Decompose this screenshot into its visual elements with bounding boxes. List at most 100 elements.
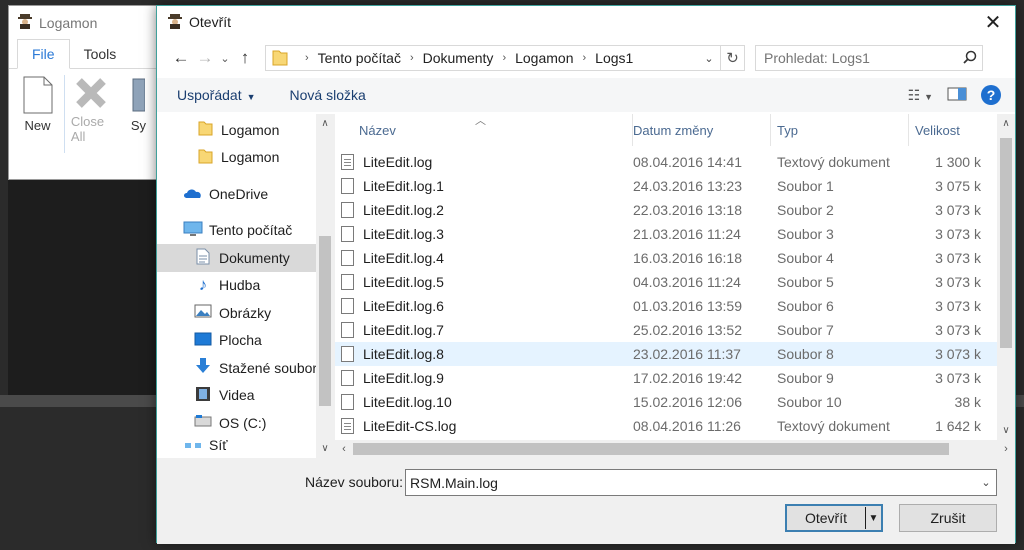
file-type: Soubor 9 xyxy=(777,370,834,386)
file-date: 08.04.2016 14:41 xyxy=(633,154,742,170)
background-dark-panel xyxy=(8,180,168,400)
filename-input[interactable] xyxy=(406,474,976,491)
file-name: LiteEdit.log.2 xyxy=(363,202,444,218)
dialog-body: Logamon Logamon OneDrive Tento počítač D… xyxy=(157,114,1015,458)
table-row[interactable]: LiteEdit.log.5 04.03.2016 11:24 Soubor 5 3 … xyxy=(335,270,997,294)
scroll-down-icon[interactable]: ∨ xyxy=(997,425,1015,436)
column-header-size[interactable]: Velikost xyxy=(909,114,989,146)
address-bar[interactable]: › Tento počítač › Dokumenty › Logamon › … xyxy=(265,45,745,71)
nav-item-label: Videa xyxy=(219,387,255,404)
file-size: 3 073 k xyxy=(935,202,981,218)
breadcrumb-documents[interactable]: Dokumenty xyxy=(423,50,494,66)
view-options-icon[interactable]: ☷ ▼ xyxy=(908,87,933,104)
onedrive-icon xyxy=(183,186,203,202)
file-name: LiteEdit.log.10 xyxy=(363,394,452,410)
scroll-up-icon[interactable]: ∧ xyxy=(316,118,334,129)
search-box[interactable] xyxy=(755,45,983,71)
breadcrumb-this-pc[interactable]: Tento počítač xyxy=(318,50,401,66)
column-header-type[interactable]: Typ xyxy=(771,114,909,146)
nav-item-logamon[interactable]: Logamon xyxy=(157,144,334,172)
nav-item-desktop[interactable]: Plocha xyxy=(157,327,334,355)
nav-item-pictures[interactable]: Obrázky xyxy=(157,299,334,327)
cancel-button[interactable]: Zrušit xyxy=(899,504,997,532)
background-ribbon-tabs: File Tools xyxy=(9,39,167,69)
recent-locations-button[interactable]: ⌄ xyxy=(217,46,233,70)
computer-icon xyxy=(183,221,203,240)
table-row[interactable]: LiteEdit.log.2 22.03.2016 13:18 Soubor 2 3 … xyxy=(335,198,997,222)
filename-combobox[interactable]: ⌄ xyxy=(405,469,997,496)
table-row[interactable]: LiteEdit.log.1 24.03.2016 13:23 Soubor 1 3 … xyxy=(335,174,997,198)
forward-button[interactable]: → xyxy=(193,46,217,70)
nav-item-drive-c[interactable]: OS (C:) xyxy=(157,409,334,437)
tab-file[interactable]: File xyxy=(17,39,70,69)
scroll-down-icon[interactable]: ∨ xyxy=(316,443,334,454)
column-header-date[interactable]: Datum změny xyxy=(633,114,771,146)
search-input[interactable] xyxy=(764,50,958,66)
downloads-icon xyxy=(193,357,213,378)
breadcrumb-logamon[interactable]: Logamon xyxy=(515,50,573,66)
file-size: 3 073 k xyxy=(935,226,981,242)
file-list-vertical-scrollbar[interactable]: ∧ ∨ xyxy=(997,114,1015,440)
nav-item-onedrive[interactable]: OneDrive xyxy=(157,180,334,208)
ribbon-separator xyxy=(64,75,65,153)
notebook-icon xyxy=(131,75,146,118)
scroll-right-icon[interactable]: › xyxy=(997,440,1015,458)
table-row[interactable]: LiteEdit.log.3 21.03.2016 11:24 Soubor 3 3 … xyxy=(335,222,997,246)
close-all-button[interactable]: Close All xyxy=(71,75,112,153)
nav-item-documents[interactable]: Dokumenty xyxy=(157,244,334,272)
address-dropdown-icon[interactable]: ⌄ xyxy=(698,52,720,65)
table-row[interactable]: LiteEdit.log 08.04.2016 14:41 Textový doku… xyxy=(335,150,997,174)
nav-item-logamon[interactable]: Logamon xyxy=(157,116,334,144)
table-row[interactable]: LiteEdit.log.4 16.03.2016 16:18 Soubor 4 3 … xyxy=(335,246,997,270)
refresh-button[interactable]: ↻ xyxy=(720,46,744,70)
file-type: Textový dokument xyxy=(777,154,890,170)
file-name-cell: LiteEdit.log.9 xyxy=(335,370,633,386)
chevron-down-icon: ⌄ xyxy=(220,52,230,65)
background-app-titlebar: Logamon xyxy=(9,6,167,39)
file-icon xyxy=(341,250,354,266)
nav-item-label: Obrázky xyxy=(219,304,272,321)
file-type: Soubor 6 xyxy=(777,298,834,314)
open-button[interactable]: Otevřít ▼ xyxy=(785,504,883,532)
scroll-up-icon[interactable]: ∧ xyxy=(997,118,1015,129)
partial-ribbon-label: Sy xyxy=(130,118,147,133)
nav-item-network[interactable]: Síť xyxy=(157,437,334,455)
file-name: LiteEdit.log.6 xyxy=(363,298,444,314)
close-button[interactable]: ✕ xyxy=(971,6,1015,38)
nav-item-this-pc[interactable]: Tento počítač xyxy=(157,217,334,245)
chevron-down-icon[interactable]: ⌄ xyxy=(976,476,996,489)
close-all-button-label: Close All xyxy=(70,114,105,144)
scrollbar-thumb[interactable] xyxy=(353,443,949,455)
scroll-left-icon[interactable]: ‹ xyxy=(335,440,353,458)
file-list-horizontal-scrollbar[interactable]: ‹ › xyxy=(335,440,1015,458)
file-type: Soubor 10 xyxy=(777,394,842,410)
new-folder-button[interactable]: Nová složka xyxy=(290,87,366,103)
scrollbar-thumb[interactable] xyxy=(1000,138,1012,348)
table-row[interactable]: LiteEdit.log.6 01.03.2016 13:59 Soubor 6 3 … xyxy=(335,294,997,318)
nav-item-label: Stažené soubory xyxy=(219,359,325,376)
nav-item-downloads[interactable]: Stažené soubory xyxy=(157,354,334,382)
back-button[interactable]: ← xyxy=(169,46,193,70)
table-row[interactable]: LiteEdit.log.7 25.02.2016 13:52 Soubor 7 3 … xyxy=(335,318,997,342)
file-size: 3 075 k xyxy=(935,178,981,194)
table-row[interactable]: LiteEdit.log.8 23.02.2016 11:37 Soubor 8 3 … xyxy=(335,342,997,366)
table-row[interactable]: LiteEdit.log.9 17.02.2016 19:42 Soubor 9 3 … xyxy=(335,366,997,390)
breadcrumb-logs1[interactable]: Logs1 xyxy=(595,50,633,66)
help-icon[interactable]: ? xyxy=(981,85,1001,105)
open-split-dropdown-icon[interactable]: ▼ xyxy=(865,507,881,529)
new-button[interactable]: New xyxy=(17,75,58,153)
nav-item-music[interactable]: ♪ Hudba xyxy=(157,272,334,300)
nav-item-videos[interactable]: Videa xyxy=(157,382,334,410)
table-row[interactable]: LiteEdit-CS.log 08.04.2016 11:26 Textový d… xyxy=(335,414,997,438)
scrollbar-thumb[interactable] xyxy=(319,236,331,406)
organize-button[interactable]: Uspořádat ▼ xyxy=(177,87,256,103)
partial-ribbon-button[interactable]: Sy xyxy=(118,75,159,153)
tab-tools[interactable]: Tools xyxy=(70,40,131,68)
preview-pane-icon[interactable] xyxy=(947,87,967,104)
chevron-right-icon: › xyxy=(582,52,587,64)
table-row[interactable]: LiteEdit.log.10 15.02.2016 12:06 Soubor 10… xyxy=(335,390,997,414)
nav-pane-scrollbar[interactable]: ∧ ∨ xyxy=(316,114,334,458)
file-icon xyxy=(341,322,354,338)
up-button[interactable]: ↑ xyxy=(233,46,257,70)
